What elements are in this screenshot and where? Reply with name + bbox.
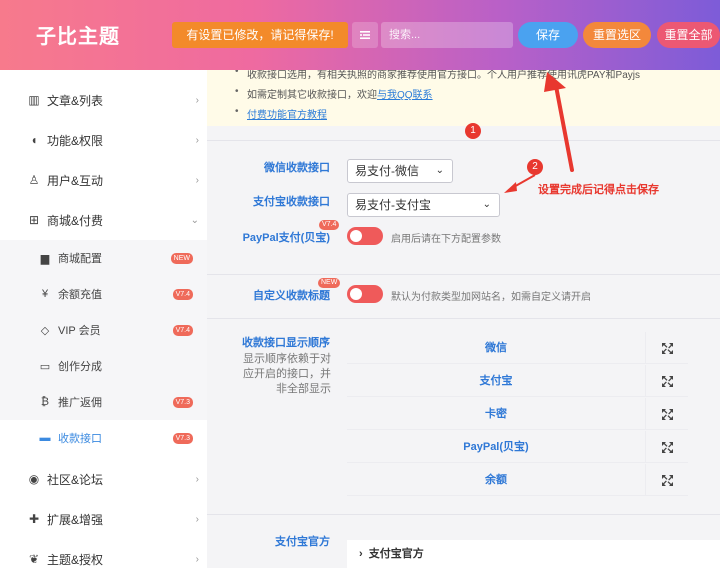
annotation-save-note: 设置完成后记得点击保存 — [538, 184, 659, 196]
annotation-arrows — [504, 72, 574, 193]
annotation-step-2: 2 — [527, 159, 543, 175]
annotation-step-1: 1 — [465, 123, 481, 139]
